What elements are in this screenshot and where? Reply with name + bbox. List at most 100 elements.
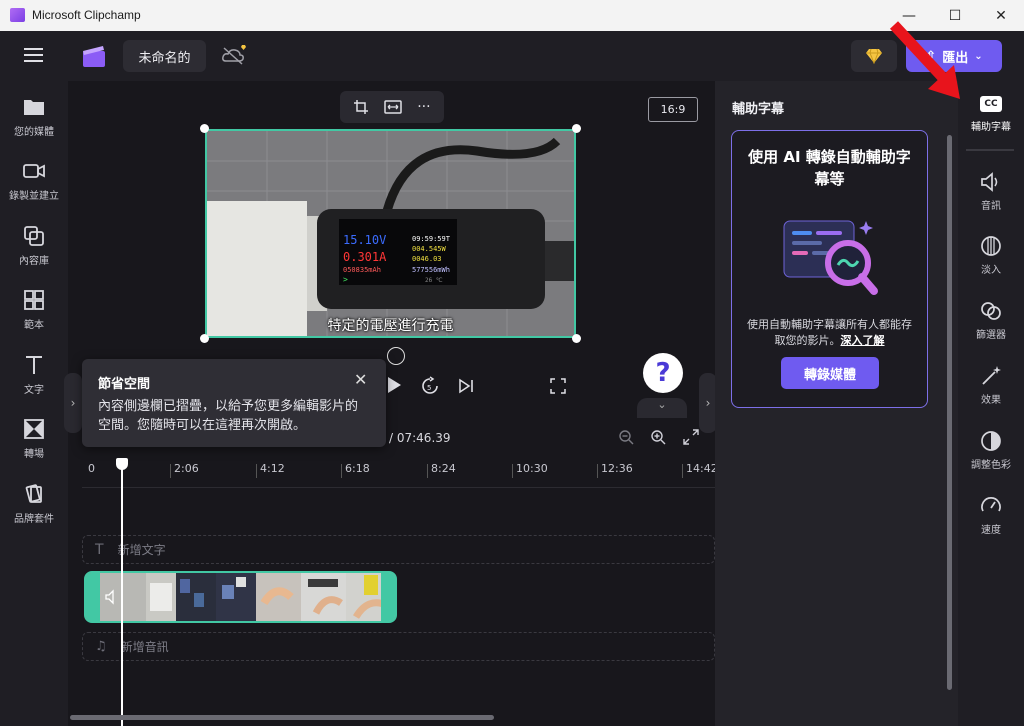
svg-text:09:59:59T: 09:59:59T (412, 235, 451, 243)
preview-toolbar: ··· (340, 91, 444, 123)
resize-handle-br[interactable] (572, 334, 581, 343)
chevron-down-icon: ⌄ (974, 50, 983, 62)
audio-track[interactable]: ♫ 新增音訊 (82, 632, 715, 661)
rail-label: 輔助字幕 (971, 122, 1011, 133)
close-icon[interactable]: ✕ (354, 372, 370, 389)
playhead-handle[interactable] (116, 458, 128, 470)
rail-active-indicator (966, 149, 1014, 151)
sidebar-item-brand-kit[interactable]: 品牌套件 (0, 482, 68, 542)
text-track[interactable]: T 新增文字 (82, 535, 715, 564)
color-adjust-icon (981, 431, 1001, 451)
title-bar: Microsoft Clipchamp — ☐ ✕ (0, 0, 1024, 31)
clipchamp-app-icon (10, 8, 25, 22)
close-window-button[interactable]: ✕ (978, 0, 1024, 31)
ai-captions-card: 使用 AI 轉錄自動輔助字幕等 使用自動輔助字幕讓所有人都能存取您的影片。深入了… (731, 130, 928, 408)
card-heading: 使用 AI 轉錄自動輔助字幕等 (748, 148, 911, 188)
video-preview[interactable]: 15.10V 0.301A 050835mAh 09:59:59T 004.54… (205, 129, 576, 338)
rail-label: 音訊 (981, 201, 1001, 212)
sidebar-item-transitions[interactable]: 轉場 (0, 417, 68, 477)
rail-label: 調整色彩 (971, 460, 1011, 471)
add-text-placeholder: 新增文字 (117, 543, 166, 557)
expand-left-panel-button[interactable]: › (64, 373, 82, 433)
music-note-icon: ♫ (95, 639, 107, 654)
tick-label: 4:12 (260, 462, 285, 475)
zoom-out-icon[interactable] (618, 429, 634, 445)
tick-mark (512, 464, 513, 478)
sidebar-item-templates[interactable]: 範本 (0, 288, 68, 348)
filters-icon (981, 302, 1001, 320)
sidebar-item-content-library[interactable]: 內容庫 (0, 224, 68, 284)
panel-title: 輔助字幕 (732, 102, 785, 117)
collapse-timeline-button[interactable]: ⌄ (637, 398, 687, 418)
tick-label: 0 (88, 462, 95, 475)
resize-handle-bl[interactable] (200, 334, 209, 343)
svg-text:004.545W: 004.545W (412, 245, 447, 253)
help-button[interactable]: ? (643, 353, 683, 393)
tick-label: 8:24 (431, 462, 456, 475)
aspect-ratio-button[interactable]: 16:9 (648, 97, 698, 122)
panel-scrollbar[interactable] (947, 135, 952, 690)
text-icon: T (95, 541, 104, 558)
app-header: 未命名的 ⇧ 匯出 ⌄ (0, 31, 1024, 81)
zoom-in-icon[interactable] (650, 429, 666, 445)
captions-panel: 輔助字幕 使用 AI 轉錄自動輔助字幕等 使用自動輔助字幕讓所有人都能存取您的影… (715, 81, 958, 726)
more-options-icon[interactable]: ··· (417, 99, 430, 115)
rotate-handle-icon[interactable] (387, 347, 405, 365)
project-name-field[interactable]: 未命名的 (123, 40, 206, 72)
tick-label: 14:42 (686, 462, 718, 475)
video-frame-image: 15.10V 0.301A 050835mAh 09:59:59T 004.54… (207, 131, 574, 336)
video-clip[interactable] (84, 571, 397, 623)
svg-text:0.301A: 0.301A (343, 250, 387, 264)
crop-icon[interactable] (353, 99, 369, 115)
tick-mark (682, 464, 683, 478)
card-description-text: 使用自動輔助字幕讓所有人都能存取您的影片。 (747, 318, 912, 347)
timeline-scrollbar[interactable] (70, 715, 494, 720)
resize-handle-tl[interactable] (200, 124, 209, 133)
rail-item-audio[interactable]: 音訊 (958, 170, 1024, 230)
add-audio-placeholder: 新增音訊 (120, 640, 169, 654)
cloud-sync-off-icon[interactable] (220, 44, 250, 66)
chevron-right-icon: › (705, 396, 711, 410)
tick-mark (341, 464, 342, 478)
svg-text:5: 5 (427, 384, 431, 392)
clip-trim-handle-left[interactable] (86, 573, 100, 621)
tick-mark (256, 464, 257, 478)
sidebar-item-your-media[interactable]: 您的媒體 (0, 95, 68, 155)
rail-label: 效果 (981, 395, 1001, 406)
sidebar-item-text[interactable]: 文字 (0, 353, 68, 413)
library-icon (24, 226, 44, 246)
fullscreen-icon[interactable] (550, 378, 566, 394)
forward-5s-icon[interactable]: 5 (420, 376, 440, 396)
tooltip-title: 節省空間 (98, 377, 151, 392)
learn-more-link[interactable]: 深入了解 (841, 334, 885, 347)
camera-icon (23, 164, 45, 178)
rail-item-filters[interactable]: 篩選器 (958, 299, 1024, 359)
playhead[interactable] (121, 458, 123, 726)
rail-label: 篩選器 (976, 330, 1006, 341)
timeline-ruler[interactable]: 0 2:06 4:12 6:18 8:24 10:30 12:36 14:42 (82, 458, 718, 488)
rail-item-speed[interactable]: 速度 (958, 494, 1024, 554)
fit-timeline-icon[interactable] (683, 429, 699, 445)
card-description: 使用自動輔助字幕讓所有人都能存取您的影片。深入了解 (732, 317, 927, 349)
rail-item-effects[interactable]: 效果 (958, 364, 1024, 424)
menu-icon[interactable] (24, 48, 43, 62)
tick-mark (170, 464, 171, 478)
skip-forward-icon[interactable] (458, 378, 474, 394)
fit-icon[interactable] (384, 100, 403, 114)
chevron-down-icon: ⌄ (657, 398, 667, 411)
sidebar-item-record-create[interactable]: 錄製並建立 (0, 159, 68, 219)
rail-item-fade[interactable]: 淡入 (958, 234, 1024, 294)
svg-text:0046.03: 0046.03 (412, 255, 442, 263)
transcribe-media-button[interactable]: 轉錄媒體 (781, 357, 879, 389)
svg-text:>: > (343, 275, 348, 284)
svg-text:26 ℃: 26 ℃ (425, 277, 443, 284)
tick-label: 12:36 (601, 462, 633, 475)
rail-item-color-adjust[interactable]: 調整色彩 (958, 429, 1024, 489)
play-icon[interactable] (386, 376, 402, 394)
captions-illustration (783, 220, 878, 295)
resize-handle-tr[interactable] (572, 124, 581, 133)
speed-icon (981, 497, 1001, 512)
speaker-icon[interactable] (104, 589, 120, 605)
clip-trim-handle-right[interactable] (381, 573, 395, 621)
tick-label: 10:30 (516, 462, 548, 475)
